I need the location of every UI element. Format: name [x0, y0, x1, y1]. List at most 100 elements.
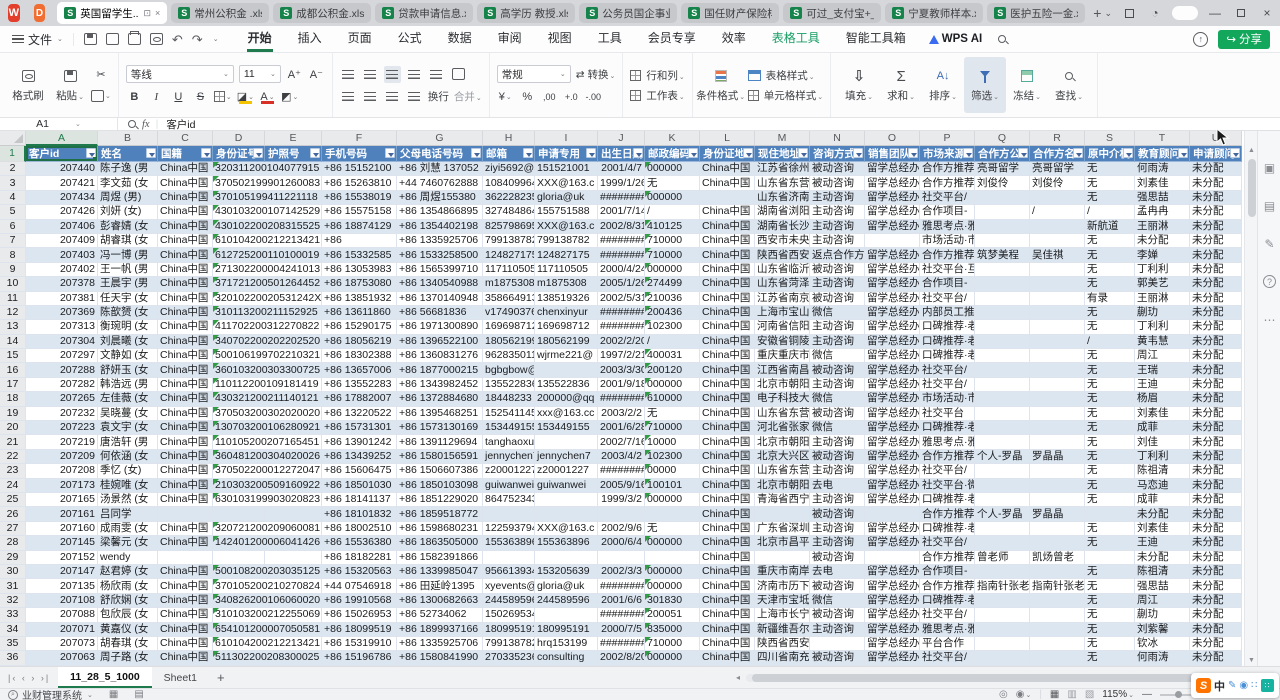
- cell-L16[interactable]: China中国: [700, 363, 755, 377]
- cell-C14[interactable]: China中国: [158, 335, 213, 349]
- cell-G15[interactable]: +86 1360831276: [397, 349, 483, 363]
- menu-页面[interactable]: 页面: [335, 26, 385, 53]
- cell-C6[interactable]: China中国: [158, 220, 213, 234]
- cell-O12[interactable]: 留学总经办: [865, 306, 920, 320]
- cell-M31[interactable]: 济南市历下: [755, 579, 810, 593]
- cell-R13[interactable]: [1030, 320, 1085, 334]
- cell-D11[interactable]: 32010220020531242X: [213, 292, 322, 306]
- cell-C22[interactable]: China中国: [158, 450, 213, 464]
- cell-L3[interactable]: China中国: [700, 176, 755, 190]
- cell-T21[interactable]: 刘佳: [1135, 435, 1190, 449]
- find-button[interactable]: 查找⌄: [1048, 57, 1090, 113]
- col-header-D[interactable]: D: [213, 131, 265, 146]
- cell-T24[interactable]: 马恋迪: [1135, 479, 1190, 493]
- cell-I29[interactable]: [535, 551, 598, 565]
- cell-J16[interactable]: 2003/3/30: [598, 363, 645, 377]
- cell-K2[interactable]: 000000: [645, 162, 700, 176]
- menu-数据[interactable]: 数据: [435, 26, 485, 53]
- cell-F10[interactable]: +86 18753080: [322, 277, 397, 291]
- cell-T8[interactable]: 李婵: [1135, 248, 1190, 262]
- cell-K4[interactable]: 000000: [645, 191, 700, 205]
- cell-C25[interactable]: China中国: [158, 493, 213, 507]
- ime-toolbox-icon[interactable]: ∷: [1261, 679, 1274, 692]
- paste-button[interactable]: 粘贴⌄: [49, 57, 91, 113]
- cell-R34[interactable]: [1030, 623, 1085, 637]
- cell-K13[interactable]: 102300: [645, 320, 700, 334]
- cell-M29[interactable]: [755, 551, 810, 565]
- autofilter-dropdown-icon[interactable]: [688, 148, 698, 158]
- align-center-icon[interactable]: [362, 88, 379, 105]
- formula-zoom-icon[interactable]: [128, 120, 136, 128]
- cell-G2[interactable]: +86 刘慧 137052: [397, 162, 483, 176]
- cell-O19[interactable]: 留学总经办: [865, 407, 920, 421]
- header-cell-G1[interactable]: 父母电话号码: [397, 146, 483, 162]
- cell-C33[interactable]: China中国: [158, 608, 213, 622]
- file-menu[interactable]: 文件⌄: [0, 31, 73, 48]
- cell-Q36[interactable]: [975, 651, 1030, 665]
- row-header-35[interactable]: 35: [0, 637, 26, 651]
- autofilter-dropdown-icon[interactable]: [86, 148, 96, 158]
- cell-I26[interactable]: [535, 507, 598, 521]
- ime-handwrite-icon[interactable]: ✎: [1228, 680, 1236, 691]
- cell-D25[interactable]: 630103199903020823: [213, 493, 322, 507]
- cell-K20[interactable]: 710000: [645, 421, 700, 435]
- cell-O27[interactable]: 留学总经办: [865, 522, 920, 536]
- cell-D36[interactable]: 511302200208300025: [213, 651, 322, 665]
- cell-I23[interactable]: z20001227: [535, 464, 598, 478]
- autofilter-dropdown-icon[interactable]: [201, 148, 211, 158]
- header-cell-F1[interactable]: 手机号码: [322, 146, 397, 162]
- cell-I28[interactable]: 155363896: [535, 536, 598, 550]
- cell-P23[interactable]: 社交平台/: [920, 464, 975, 478]
- cell-O33[interactable]: 留学总经办: [865, 608, 920, 622]
- menu-审阅[interactable]: 审阅: [485, 26, 535, 53]
- cell-H24[interactable]: guiwanwei: [483, 479, 535, 493]
- cell-B9[interactable]: 王一帆 (男: [98, 263, 158, 277]
- cell-B16[interactable]: 舒妍玉 (女: [98, 363, 158, 377]
- cell-I14[interactable]: 180562199: [535, 335, 598, 349]
- autofilter-dropdown-icon[interactable]: [1230, 148, 1240, 158]
- cell-P8[interactable]: 合作方推荐: [920, 248, 975, 262]
- cell-Q35[interactable]: [975, 637, 1030, 651]
- cell-H23[interactable]: z20001227: [483, 464, 535, 478]
- row-header-12[interactable]: 12: [0, 306, 26, 320]
- cell-S32[interactable]: 无: [1085, 594, 1135, 608]
- cell-S33[interactable]: 无: [1085, 608, 1135, 622]
- cell-D12[interactable]: 310113200211152925: [213, 306, 322, 320]
- autofilter-dropdown-icon[interactable]: [853, 148, 863, 158]
- cell-N5[interactable]: 主动咨询: [810, 205, 865, 219]
- cell-B5[interactable]: 刘妍 (女): [98, 205, 158, 219]
- cell-U25[interactable]: 未分配: [1190, 493, 1242, 507]
- row-header-36[interactable]: 36: [0, 651, 26, 665]
- cell-B8[interactable]: 冯一博 (男: [98, 248, 158, 262]
- cell-R5[interactable]: /: [1030, 205, 1085, 219]
- cell-N29[interactable]: 被动咨询: [810, 551, 865, 565]
- cell-F11[interactable]: +86 13851932: [322, 292, 397, 306]
- cell-G23[interactable]: +86 1506607386: [397, 464, 483, 478]
- cell-S7[interactable]: 无: [1085, 234, 1135, 248]
- cell-U30[interactable]: 未分配: [1190, 565, 1242, 579]
- cell-T13[interactable]: 丁利利: [1135, 320, 1190, 334]
- quickbar-chevron-icon[interactable]: ⌄: [213, 35, 219, 43]
- cell-K16[interactable]: 200120: [645, 363, 700, 377]
- cell-L26[interactable]: China中国: [700, 507, 755, 521]
- cell-H15[interactable]: 962835011: [483, 349, 535, 363]
- system-menu[interactable]: ⌕ 业财管理系统 ⌄: [8, 687, 93, 700]
- cell-H3[interactable]: 108409964: [483, 176, 535, 190]
- cell-Q30[interactable]: [975, 565, 1030, 579]
- cell-I6[interactable]: XXX@163.c: [535, 220, 598, 234]
- cell-R10[interactable]: [1030, 277, 1085, 291]
- cell-Q34[interactable]: [975, 623, 1030, 637]
- zoom-slider[interactable]: [1160, 694, 1194, 696]
- cell-Q11[interactable]: [975, 292, 1030, 306]
- cell-K28[interactable]: 000000: [645, 536, 700, 550]
- cell-N27[interactable]: 主动咨询: [810, 522, 865, 536]
- cell-P27[interactable]: 口碑推荐·老: [920, 522, 975, 536]
- cell-A14[interactable]: 207304: [26, 335, 98, 349]
- cell-H17[interactable]: 135522836: [483, 378, 535, 392]
- cell-S27[interactable]: 无: [1085, 522, 1135, 536]
- cell-G21[interactable]: +86 1391129694: [397, 435, 483, 449]
- worksheet-button[interactable]: 工作表⌄: [646, 88, 684, 103]
- cell-N35[interactable]: [810, 637, 865, 651]
- cell-B18[interactable]: 左佳薇 (女: [98, 392, 158, 406]
- cell-J3[interactable]: 1999/1/26: [598, 176, 645, 190]
